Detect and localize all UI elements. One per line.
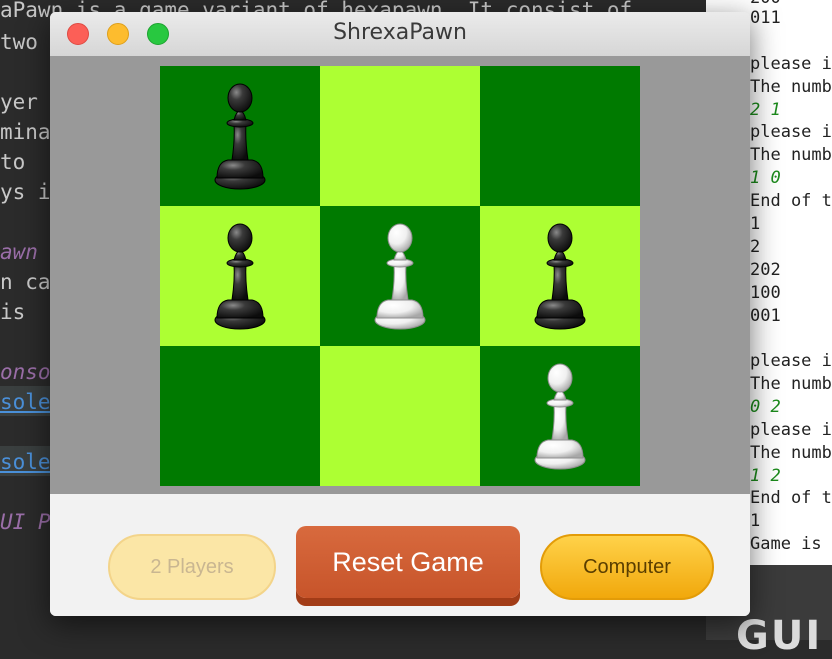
console-line: The numb [750, 77, 832, 97]
console-line: End of t [750, 488, 832, 508]
title-bar[interactable]: ShrexaPawn [50, 12, 750, 57]
editor-line: mina [0, 120, 51, 144]
board-cell[interactable] [320, 206, 480, 346]
board-cell[interactable] [160, 206, 320, 346]
console-line: please i [750, 122, 832, 142]
console-line: please i [750, 54, 832, 74]
white-pawn-icon[interactable] [372, 220, 428, 332]
console-line: The numb [750, 374, 832, 394]
black-pawn-icon[interactable] [532, 220, 588, 332]
editor-line: UI P [0, 510, 51, 534]
white-pawn-icon[interactable] [532, 360, 588, 472]
console-line: 0 2 [750, 397, 781, 417]
control-bar: 2 Players Reset Game Computer [50, 494, 750, 616]
console-line: 011 [750, 8, 781, 28]
console-line: 1 2 [750, 466, 781, 486]
computer-button[interactable]: Computer [540, 534, 714, 600]
app-window: ShrexaPawn 2 Players Reset Game Computer [50, 12, 750, 616]
board-cell[interactable] [160, 346, 320, 486]
editor-line: onso [0, 360, 51, 384]
board-cell[interactable] [320, 66, 480, 206]
console-line: 1 [750, 214, 761, 234]
game-board [160, 66, 640, 486]
editor-line: ys i [0, 180, 51, 204]
board-cell[interactable] [480, 346, 640, 486]
black-pawn-icon[interactable] [212, 220, 268, 332]
console-line: 100 [750, 283, 781, 303]
black-pawn-icon[interactable] [212, 80, 268, 192]
console-line: 1 [750, 511, 761, 531]
window-title: ShrexaPawn [333, 20, 467, 45]
console-line: Game is [750, 534, 822, 554]
console-line: End of t [750, 191, 832, 211]
editor-line: yer [0, 90, 38, 114]
editor-link[interactable]: sole [0, 390, 51, 414]
board-cell[interactable] [320, 346, 480, 486]
editor-line: to [0, 150, 26, 174]
console-line: 202 [750, 260, 781, 280]
board-cell[interactable] [160, 66, 320, 206]
editor-line: awn [0, 240, 38, 264]
game-area [50, 56, 750, 494]
dock-label: GUI [736, 613, 823, 659]
editor-line: two [0, 30, 38, 54]
editor-link[interactable]: sole [0, 450, 51, 474]
editor-line: n ca [0, 270, 51, 294]
console-line: 001 [750, 306, 781, 326]
console-line: 2 1 [750, 100, 781, 120]
console-line: 1 0 [750, 168, 781, 188]
console-line: 2 [750, 237, 761, 257]
board-cell[interactable] [480, 66, 640, 206]
console-line: The numb [750, 443, 832, 463]
console-line: please i [750, 351, 832, 371]
console-line: please i [750, 420, 832, 440]
editor-line: is [0, 300, 26, 324]
console-line: The numb [750, 145, 832, 165]
console-line: 200 [750, 0, 781, 8]
two-players-button[interactable]: 2 Players [108, 534, 276, 600]
reset-game-button[interactable]: Reset Game [296, 526, 520, 598]
board-cell[interactable] [480, 206, 640, 346]
